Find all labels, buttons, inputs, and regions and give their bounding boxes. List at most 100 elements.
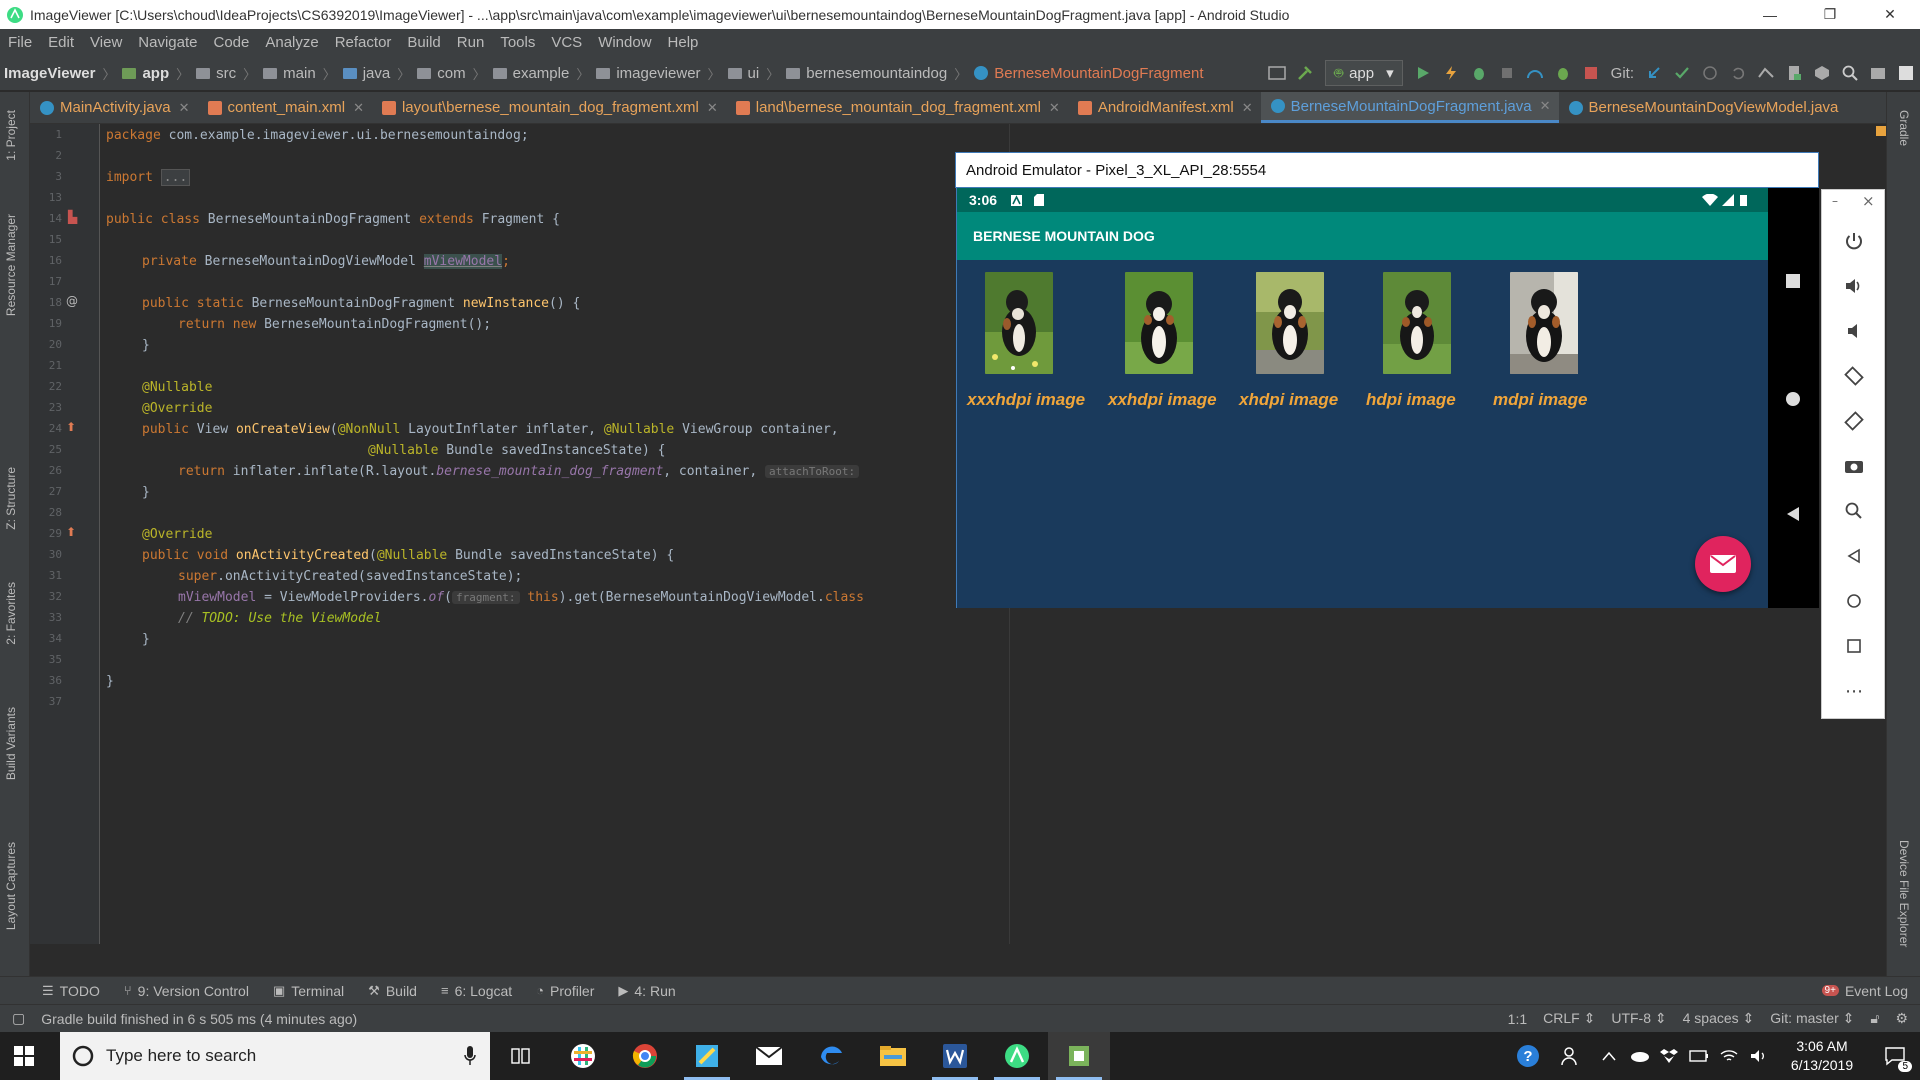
close-tab-icon[interactable]: ✕ [1540, 98, 1551, 114]
file-explorer-app-icon[interactable] [862, 1032, 924, 1080]
wifi-tray-icon[interactable] [1714, 1032, 1744, 1080]
rotate-left-icon[interactable] [1839, 361, 1869, 391]
menu-view[interactable]: View [82, 34, 130, 51]
power-icon[interactable] [1839, 226, 1869, 256]
project-structure-icon[interactable] [1864, 59, 1892, 87]
minimize-button[interactable]: — [1740, 0, 1800, 29]
close-tab-icon[interactable]: ✕ [353, 100, 364, 116]
dog-image-xhdpi[interactable] [1256, 272, 1324, 374]
tab-fragment-java[interactable]: BerneseMountainDogFragment.java ✕ [1260, 92, 1559, 123]
line-separator-select[interactable]: CRLF ⇕ [1535, 1010, 1603, 1027]
menu-tools[interactable]: Tools [492, 34, 543, 51]
tool-event-log[interactable]: 9+ Event Log [1810, 983, 1920, 999]
taskbar-search[interactable]: Type here to search [60, 1032, 490, 1080]
tab-mainactivity[interactable]: MainActivity.java ✕ [30, 92, 198, 123]
apply-changes-icon[interactable] [1437, 59, 1465, 87]
menu-navigate[interactable]: Navigate [130, 34, 205, 51]
maximize-button[interactable]: ❐ [1800, 0, 1860, 29]
mail-app-icon[interactable] [738, 1032, 800, 1080]
emulator-screen[interactable]: 3:06 BERNESE MOUNTAIN DOG xxxhdpi image … [956, 188, 1769, 608]
run-config-select[interactable]: 🤖︎ app ▾ [1325, 60, 1403, 86]
tool-build-variants[interactable]: Build Variants [4, 707, 18, 780]
overview-icon[interactable] [1839, 631, 1869, 661]
breadcrumb-imageviewer[interactable]: imageviewer [592, 65, 704, 82]
menu-file[interactable]: File [0, 34, 40, 51]
volume-down-icon[interactable] [1839, 316, 1869, 346]
breadcrumb-main[interactable]: main [259, 65, 320, 82]
action-center-button[interactable]: 5 [1870, 1032, 1920, 1080]
battery-tray-icon[interactable] [1684, 1032, 1714, 1080]
volume-up-icon[interactable] [1839, 271, 1869, 301]
override-marker-icon[interactable]: ⬆ [66, 420, 76, 434]
breadcrumb-project[interactable]: ImageViewer [0, 65, 99, 82]
dog-image-hdpi[interactable] [1383, 272, 1451, 374]
debug-icon[interactable] [1465, 59, 1493, 87]
vcs-update-icon[interactable] [1640, 59, 1668, 87]
close-tab-icon[interactable]: ✕ [179, 100, 190, 116]
class-marker-icon[interactable]: ▙ [68, 210, 77, 224]
tool-favorites[interactable]: 2: Favorites [4, 582, 18, 645]
people-icon[interactable] [1550, 1032, 1594, 1080]
encoding-select[interactable]: UTF-8 ⇕ [1603, 1010, 1674, 1027]
recents-button[interactable] [1786, 274, 1800, 288]
sync-gradle-icon[interactable] [1752, 59, 1780, 87]
layout-inspector-icon[interactable] [1892, 59, 1920, 87]
tool-todo[interactable]: ☰ TODO [30, 983, 112, 999]
menu-run[interactable]: Run [449, 34, 493, 51]
indent-select[interactable]: 4 spaces ⇕ [1675, 1010, 1763, 1027]
tool-run[interactable]: ▶ 4: Run [606, 983, 687, 999]
zoom-icon[interactable] [1839, 496, 1869, 526]
email-fab[interactable] [1695, 536, 1751, 592]
task-view-button[interactable] [490, 1032, 552, 1080]
override-marker-icon[interactable]: ⬆ [66, 525, 76, 539]
profile-icon[interactable] [1521, 59, 1549, 87]
lock-icon[interactable]: 🔓︎ [1862, 1010, 1887, 1027]
tool-build[interactable]: ⚒ Build [356, 983, 429, 999]
tool-layout-captures[interactable]: Layout Captures [4, 842, 18, 930]
revert-icon[interactable] [1724, 59, 1752, 87]
git-branch-select[interactable]: Git: master ⇕ [1762, 1010, 1862, 1027]
more-options-icon[interactable]: ⋯ [1839, 676, 1869, 706]
breadcrumb-ui[interactable]: ui [724, 65, 764, 82]
tab-content-main[interactable]: content_main.xml ✕ [198, 92, 372, 123]
close-tab-icon[interactable]: ✕ [1049, 100, 1060, 116]
menu-code[interactable]: Code [205, 34, 257, 51]
tool-gradle[interactable]: Gradle [1897, 110, 1911, 146]
avd-manager-icon[interactable] [1780, 59, 1808, 87]
tool-structure[interactable]: Z: Structure [4, 467, 18, 530]
emulator-close-button[interactable]: × [1862, 192, 1875, 210]
close-window-button[interactable]: ✕ [1860, 0, 1920, 29]
edge-app-icon[interactable] [800, 1032, 862, 1080]
dropbox-icon[interactable] [1654, 1032, 1684, 1080]
tab-layout-fragment[interactable]: layout\bernese_mountain_dog_fragment.xml… [372, 92, 726, 123]
chevron-up-icon[interactable] [1594, 1032, 1624, 1080]
menu-vcs[interactable]: VCS [543, 34, 590, 51]
dog-image-mdpi[interactable] [1510, 272, 1578, 374]
tool-profiler[interactable]: ◔ Profiler [524, 983, 606, 999]
back-button[interactable] [1785, 506, 1801, 522]
tool-version-control[interactable]: ⑂ 9: Version Control [112, 983, 261, 999]
microphone-icon[interactable] [464, 1046, 476, 1066]
clock[interactable]: 3:06 AM 6/13/2019 [1774, 1037, 1870, 1075]
tool-logcat[interactable]: ≡ 6: Logcat [429, 983, 524, 999]
menu-build[interactable]: Build [399, 34, 448, 51]
coverage-icon[interactable] [1493, 59, 1521, 87]
word-app-icon[interactable] [924, 1032, 986, 1080]
menu-edit[interactable]: Edit [40, 34, 82, 51]
menu-help[interactable]: Help [660, 34, 707, 51]
camera-icon[interactable] [1839, 451, 1869, 481]
vcs-commit-icon[interactable] [1668, 59, 1696, 87]
attach-debugger-icon[interactable] [1549, 59, 1577, 87]
rotate-right-icon[interactable] [1839, 406, 1869, 436]
folded-imports[interactable]: ... [160, 169, 191, 186]
breadcrumb-com[interactable]: com [413, 65, 469, 82]
tab-manifest[interactable]: AndroidManifest.xml ✕ [1068, 92, 1261, 123]
memory-icon[interactable]: ⚙ [1887, 1010, 1920, 1027]
home-icon[interactable] [1839, 586, 1869, 616]
help-icon[interactable]: ? [1506, 1032, 1550, 1080]
tool-project[interactable]: 1: Project [4, 110, 18, 161]
breadcrumb-bernesemountaindog[interactable]: bernesemountaindog [782, 65, 951, 82]
onedrive-icon[interactable] [1624, 1032, 1654, 1080]
menu-window[interactable]: Window [590, 34, 659, 51]
breadcrumb-class[interactable]: BerneseMountainDogFragment [970, 65, 1207, 82]
